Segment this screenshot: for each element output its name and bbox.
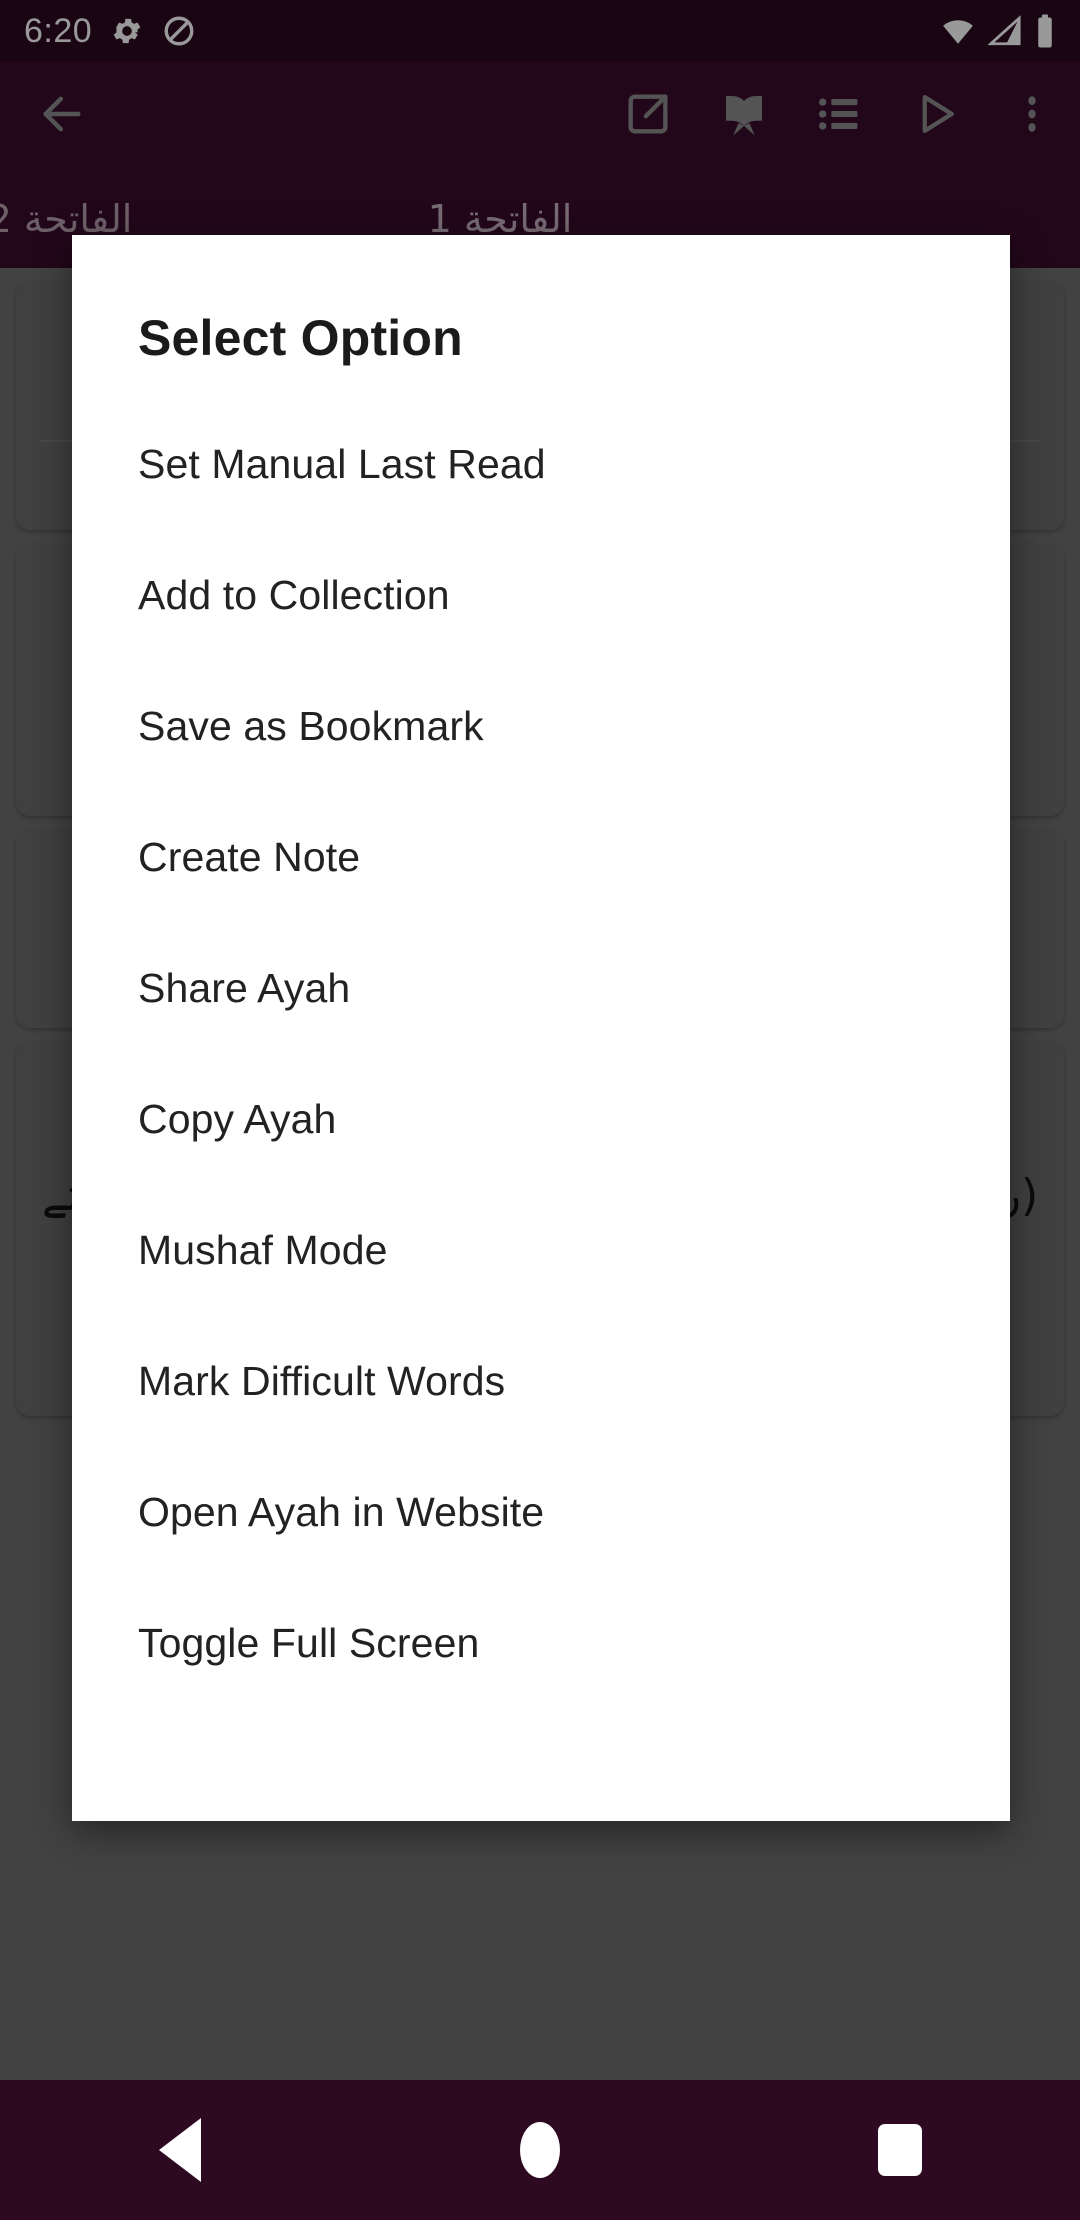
option-label: Open Ayah in Website: [138, 1489, 545, 1535]
option-label: Toggle Full Screen: [138, 1620, 480, 1666]
nav-recents-icon: [878, 2124, 922, 2176]
option-mark-difficult-words[interactable]: Mark Difficult Words: [72, 1316, 1010, 1447]
option-add-to-collection[interactable]: Add to Collection: [72, 530, 1010, 661]
option-label: Copy Ayah: [138, 1096, 337, 1142]
nav-home-icon: [520, 2122, 560, 2178]
dialog-title: Select Option: [138, 310, 463, 366]
option-label: Set Manual Last Read: [138, 441, 546, 487]
option-label: Save as Bookmark: [138, 703, 484, 749]
option-set-manual-last-read[interactable]: Set Manual Last Read: [72, 399, 1010, 530]
dialog-options-list: Set Manual Last Read Add to Collection S…: [72, 363, 1010, 1709]
option-label: Add to Collection: [138, 572, 450, 618]
option-mushaf-mode[interactable]: Mushaf Mode: [72, 1185, 1010, 1316]
system-navigation-bar: [0, 2080, 1080, 2220]
option-open-ayah-in-website[interactable]: Open Ayah in Website: [72, 1447, 1010, 1578]
select-option-dialog: Select Option Set Manual Last Read Add t…: [72, 235, 1010, 1821]
nav-back-icon: [159, 2118, 201, 2182]
nav-back-button[interactable]: [90, 2080, 270, 2220]
nav-home-button[interactable]: [450, 2080, 630, 2220]
option-copy-ayah[interactable]: Copy Ayah: [72, 1054, 1010, 1185]
option-label: Mushaf Mode: [138, 1227, 388, 1273]
phone-screen: بسم حضرت عبادہ بن صامت (رض) نبی (صلی الل…: [0, 0, 1080, 2220]
nav-recents-button[interactable]: [810, 2080, 990, 2220]
option-save-as-bookmark[interactable]: Save as Bookmark: [72, 661, 1010, 792]
option-create-note[interactable]: Create Note: [72, 792, 1010, 923]
option-label: Create Note: [138, 834, 361, 880]
option-label: Share Ayah: [138, 965, 351, 1011]
option-label: Mark Difficult Words: [138, 1358, 506, 1404]
option-share-ayah[interactable]: Share Ayah: [72, 923, 1010, 1054]
option-toggle-full-screen[interactable]: Toggle Full Screen: [72, 1578, 1010, 1709]
